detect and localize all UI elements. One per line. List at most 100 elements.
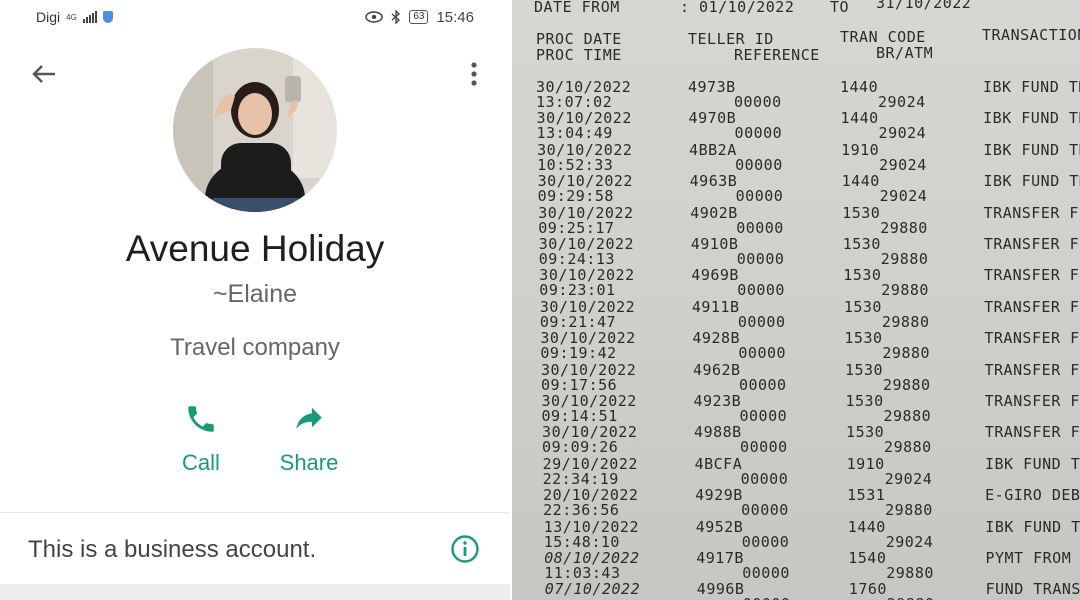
row-time: 09:17:56 [540, 375, 618, 394]
info-icon [451, 535, 479, 563]
row-tran-code: 1440 [840, 78, 879, 96]
row-transaction: TRANSFER FR [983, 235, 1080, 253]
profile-avatar[interactable] [173, 48, 337, 212]
row-reference: 00000 [734, 93, 782, 111]
network-label: 4G [66, 12, 77, 22]
business-name: Avenue Holiday [125, 228, 385, 269]
section-divider [0, 512, 510, 513]
profile-photo [173, 48, 337, 212]
row-tran-code: 1530 [842, 235, 881, 253]
row-reference: 00000 [735, 155, 783, 174]
row-time: 09:14:51 [541, 407, 618, 425]
row-transaction: TRANSFER FR [984, 392, 1080, 410]
row-br-atm: 29880 [885, 501, 933, 520]
eye-icon [365, 11, 384, 23]
row-reference: 00000 [741, 532, 790, 551]
row-reference: 00000 [741, 501, 789, 520]
row-teller-id: 4969B [691, 266, 739, 285]
row-br-atm: 29880 [884, 438, 932, 457]
more-options-button[interactable] [458, 58, 490, 90]
share-label: Share [279, 450, 339, 475]
row-teller-id: 4963B [689, 172, 738, 191]
row-teller-id: 4902B [690, 203, 738, 222]
row-br-atm: 29880 [886, 564, 934, 582]
business-account-row[interactable]: This is a business account. [0, 514, 510, 584]
row-tran-code: 1530 [843, 297, 882, 316]
row-time: 22:34:19 [542, 469, 619, 488]
call-label: Call [182, 450, 220, 475]
business-category: Travel company [170, 334, 340, 361]
bottom-strip [0, 584, 510, 600]
row-transaction: E-GIRO DEBI [985, 486, 1080, 505]
bluetooth-icon [391, 10, 401, 24]
row-transaction: TRANSFER FR [984, 297, 1080, 316]
row-teller-id: 4911B [691, 297, 740, 316]
row-transaction: TRANSFER FR [984, 360, 1080, 379]
row-transaction: TRANSFER FR [984, 329, 1080, 348]
col-br-atm: BR/ATM [876, 44, 934, 62]
row-tran-code: 1530 [846, 423, 885, 442]
row-tran-code: 1530 [845, 392, 884, 410]
row-time: 10:52:33 [537, 155, 614, 174]
arrow-left-icon [32, 65, 55, 83]
row-br-atm: 29880 [881, 312, 930, 331]
row-transaction: IBK FUND TR [983, 109, 1080, 128]
row-tran-code: 1530 [844, 360, 884, 379]
signal-icon [82, 11, 97, 23]
row-reference: 00000 [736, 218, 784, 237]
row-transaction: TRANSFER FR [983, 266, 1080, 285]
row-time: 09:23:01 [539, 281, 616, 300]
col-transaction: TRANSACTION [982, 26, 1080, 44]
row-time: 15:48:10 [543, 532, 620, 551]
row-reference: 00000 [734, 124, 783, 143]
row-time: 09:19:42 [540, 344, 617, 363]
row-teller-id: 4973B [688, 78, 736, 96]
row-br-atm: 29024 [885, 532, 934, 551]
row-br-atm: 29880 [883, 407, 932, 425]
date-to-label: TO [830, 0, 850, 16]
row-teller-id: 4962B [692, 360, 741, 379]
row-transaction: IBK FUND TR [983, 140, 1080, 159]
row-reference: 00000 [738, 375, 787, 394]
row-time: 09:09:26 [542, 438, 619, 457]
contact-handle: ~Elaine [212, 280, 298, 308]
row-br-atm: 29024 [879, 187, 928, 206]
call-button[interactable]: Call [146, 402, 256, 476]
row-reference: 00000 [736, 250, 785, 268]
row-transaction: IBK FUND TR [983, 78, 1080, 96]
row-time: 13:07:02 [536, 93, 613, 111]
row-tran-code: 1530 [844, 329, 883, 348]
row-teller-id: 4917B [696, 549, 744, 567]
row-br-atm: 29024 [879, 155, 927, 174]
share-icon [296, 407, 322, 429]
row-tran-code: 1531 [847, 486, 886, 505]
row-br-atm: 29024 [878, 124, 927, 143]
phone-icon [188, 406, 214, 432]
row-tran-code: 1440 [847, 517, 886, 536]
col-reference: REFERENCE [734, 46, 820, 64]
row-br-atm: 29024 [884, 469, 933, 488]
row-reference: 00000 [738, 344, 787, 363]
row-reference: 00000 [740, 469, 789, 488]
row-transaction: TRANSFER FR [983, 203, 1080, 222]
bank-statement-photo: DATE FROM : 01/10/2022 TO 31/10/2022 PRO… [512, 0, 1080, 600]
back-button[interactable] [28, 58, 60, 90]
row-reference: 00000 [739, 407, 788, 425]
share-button[interactable]: Share [254, 402, 364, 476]
row-br-atm: 29024 [878, 93, 926, 111]
battery-icon: 63 [409, 10, 429, 24]
shield-icon [102, 11, 113, 23]
row-time: 11:03:43 [544, 564, 621, 582]
row-tran-code: 1540 [848, 549, 887, 567]
whatsapp-profile-screen: Digi 4G 63 15:46 Avenue Holiday ~Elaine … [0, 0, 510, 600]
row-tran-code: 1440 [840, 109, 879, 128]
date-from-label: DATE FROM [534, 0, 620, 16]
row-teller-id: 4923B [693, 392, 742, 410]
info-button[interactable] [450, 534, 480, 564]
row-transaction: PYMT FROM [985, 549, 1072, 567]
status-bar: Digi 4G 63 15:46 [0, 0, 510, 34]
row-teller-id: 4929B [695, 486, 743, 505]
row-transaction: IBK FUND TR [983, 172, 1080, 191]
row-time: 09:29:58 [537, 187, 614, 206]
row-reference: 00000 [743, 595, 791, 600]
